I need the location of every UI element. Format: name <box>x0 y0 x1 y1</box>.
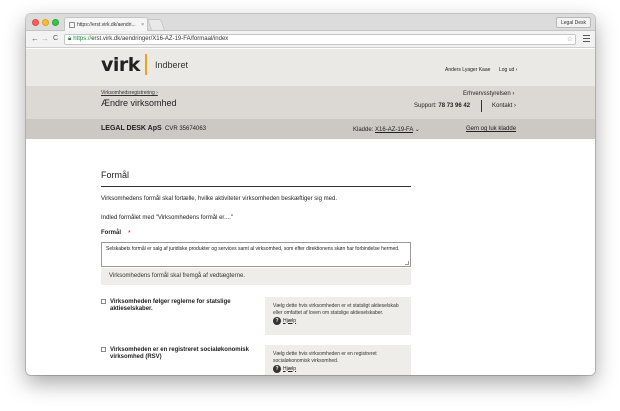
formaal-hint: Virksomhedens formål skal fremgå af vedt… <box>101 268 411 285</box>
company-name: LEGAL DESK ApS <box>101 125 162 132</box>
help-icon: ? <box>273 365 281 373</box>
kladde-label: Kladde: <box>353 127 374 133</box>
company-bar: LEGAL DESK ApS CVR 35674063 Kladde: X16-… <box>26 119 595 139</box>
browser-menu-icon[interactable] <box>583 35 590 44</box>
support-info: Support: 78 73 96 42 <box>414 103 470 109</box>
erhvervsstyrelsen-link[interactable]: Erhvervsstyrelsen › <box>463 91 514 97</box>
rsv-help-link[interactable]: ? Hjælp <box>273 365 296 373</box>
formaal-textarea[interactable]: Selskabets formål er salg af juridiske p… <box>101 242 411 267</box>
maximize-window-button[interactable] <box>52 19 59 26</box>
kladde-selector[interactable]: Kladde: X16-AZ-19-FA ⌄ <box>353 126 420 133</box>
tab-close-icon[interactable]: × <box>141 22 144 28</box>
rsv-label[interactable]: Virksomheden er en registreret socialøko… <box>110 347 260 361</box>
user-name: Anders Lyager Kaae <box>445 67 491 73</box>
statslig-label[interactable]: Virksomheden følger reglerne for statsli… <box>110 299 260 313</box>
support-label: Support: <box>414 103 437 109</box>
minimize-window-button[interactable] <box>42 19 49 26</box>
statslig-checkbox[interactable] <box>101 299 106 304</box>
virk-logo[interactable]: virk <box>101 54 140 76</box>
browser-window: https://erst.virk.dk/aendri... × Legal D… <box>26 14 595 375</box>
logo-divider <box>145 54 147 75</box>
browser-toolbar: ← → C 🔒︎ https:// erst.virk.dk/aendringe… <box>26 31 595 48</box>
new-tab-button[interactable] <box>146 19 166 30</box>
section-heading: Formål <box>101 170 130 180</box>
tab-bar: https://erst.virk.dk/aendri... × Legal D… <box>26 14 595 31</box>
rsv-info-text: Vælg dette hvis virksomheden er en regis… <box>273 351 377 364</box>
instruction-text: Indled formålet med "Virksomhedens formå… <box>101 215 233 221</box>
support-phone: 78 73 96 42 <box>438 103 471 109</box>
forward-icon[interactable]: → <box>41 34 49 44</box>
help-label[interactable]: Hjælp <box>283 366 296 373</box>
logo-subtitle: Indberet <box>155 60 189 70</box>
sub-header: Virksomhedsregistrering › Ændre virksomh… <box>26 86 595 119</box>
breadcrumb[interactable]: Virksomhedsregistrering › <box>101 90 158 96</box>
kontakt-link[interactable]: Kontakt › <box>492 103 516 109</box>
divider <box>481 100 482 112</box>
page-title: Ændre virksomhed <box>101 98 177 108</box>
kladde-id[interactable]: X16-AZ-19-FA <box>375 127 413 133</box>
statslig-info-text: Vælg dette hvis virksomheden er et stats… <box>273 303 399 316</box>
url-scheme: https:// <box>73 36 92 42</box>
reload-icon[interactable]: C <box>53 34 58 44</box>
rsv-info-box: Vælg dette hvis virksomheden er en regis… <box>265 345 411 375</box>
help-label[interactable]: Hjælp <box>283 318 296 325</box>
formaal-value: Selskabets formål er salg af juridiske p… <box>106 246 400 252</box>
close-window-button[interactable] <box>32 19 39 26</box>
save-close-draft-link[interactable]: Gem og luk kladde <box>466 126 516 132</box>
back-icon[interactable]: ← <box>31 34 39 44</box>
bookmark-star-icon[interactable]: ☆ <box>567 35 573 44</box>
heading-rule <box>101 186 411 187</box>
url-text: erst.virk.dk/aendringer/X16-AZ-19-FA/for… <box>91 36 229 42</box>
rsv-checkbox[interactable] <box>101 347 106 352</box>
address-bar[interactable]: 🔒︎ https:// erst.virk.dk/aendringer/X16-… <box>64 34 576 45</box>
formaal-label: Formål <box>101 230 122 236</box>
statslig-info-box: Vælg dette hvis virksomheden er et stats… <box>265 297 411 335</box>
lock-icon: 🔒︎ <box>68 36 72 42</box>
site-header: virk Indberet Anders Lyager Kaae Log ud … <box>26 49 595 86</box>
logout-link[interactable]: Log ud › <box>499 67 517 73</box>
tab-title: https://erst.virk.dk/aendri... <box>77 21 136 28</box>
chevron-down-icon[interactable]: ⌄ <box>415 127 420 133</box>
page-content: virk Indberet Anders Lyager Kaae Log ud … <box>26 49 595 375</box>
company-cvr: CVR 35674063 <box>165 126 207 132</box>
statslig-help-link[interactable]: ? Hjælp <box>273 317 296 325</box>
required-marker: * <box>128 230 131 237</box>
intro-text: Virksomhedens formål skal fortælle, hvil… <box>101 196 337 202</box>
browser-tab[interactable]: https://erst.virk.dk/aendri... × <box>64 17 148 31</box>
help-icon: ? <box>273 317 281 325</box>
resize-handle[interactable] <box>405 261 409 265</box>
page-icon <box>69 21 75 28</box>
profile-button[interactable]: Legal Desk <box>555 17 591 28</box>
